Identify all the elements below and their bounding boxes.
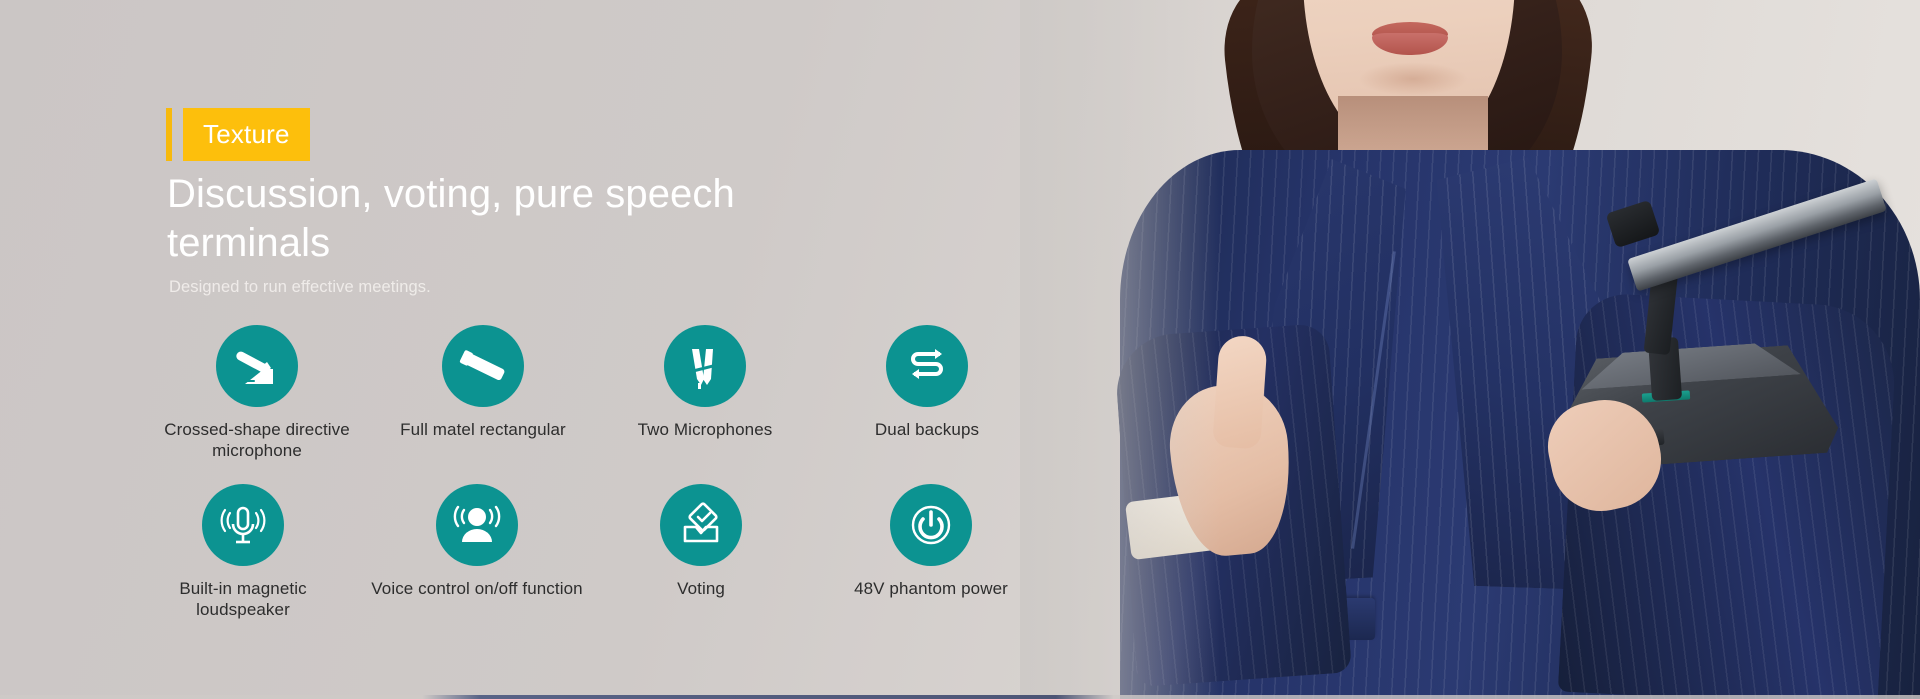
feature-item-voice-control[interactable]: Voice control on/off function xyxy=(366,483,588,621)
feature-row-1: Crossed-shape directive microphone Full … xyxy=(146,325,1046,462)
thumb xyxy=(1212,334,1268,450)
feature-label: 48V phantom power xyxy=(854,578,1008,598)
feature-row-2: Built-in magnetic loudspeaker Voice cont… xyxy=(146,483,1046,621)
feature-grid: Crossed-shape directive microphone Full … xyxy=(146,325,1046,620)
feature-icon-circle xyxy=(890,483,972,566)
feature-label: Crossed-shape directive microphone xyxy=(164,420,350,461)
feature-icon-circle xyxy=(216,325,298,407)
feature-label: Voting xyxy=(677,578,725,598)
feature-item-crossed-shape-microphone[interactable]: Crossed-shape directive microphone xyxy=(146,325,368,462)
person-voice-icon xyxy=(452,500,502,550)
eyebrow-spacer xyxy=(172,108,183,161)
rectangular-bar-microphone-icon xyxy=(457,340,509,392)
power-button-icon xyxy=(906,500,956,550)
feature-icon-circle xyxy=(886,325,968,407)
page-title: Discussion, voting, pure speech terminal… xyxy=(167,172,735,265)
product-banner: Texture Discussion, voting, pure speech … xyxy=(0,0,1920,699)
feature-icon-circle xyxy=(202,483,284,566)
feature-label: Built-in magnetic loudspeaker xyxy=(179,578,307,619)
feature-icon-circle xyxy=(442,325,524,407)
chin-shadow xyxy=(1358,62,1468,96)
dual-backup-arrows-icon xyxy=(902,341,952,391)
feature-item-48v-phantom-power[interactable]: 48V phantom power xyxy=(820,483,1042,621)
two-microphones-icon xyxy=(680,341,730,391)
feature-label: Voice control on/off function xyxy=(371,578,583,598)
ballot-box-icon xyxy=(676,500,726,550)
feature-item-full-matel-rectangular[interactable]: Full matel rectangular xyxy=(372,325,594,462)
feature-icon-circle xyxy=(660,483,742,566)
eyebrow: Texture xyxy=(166,108,310,161)
feature-label: Dual backups xyxy=(874,420,980,439)
feature-label: Full matel rectangular xyxy=(400,420,566,439)
feature-item-voting[interactable]: Voting xyxy=(590,483,812,621)
gooseneck-microphone-icon xyxy=(231,340,283,392)
banner-content: Texture Discussion, voting, pure speech … xyxy=(164,0,1166,699)
feature-icon-circle xyxy=(436,483,518,566)
feature-item-two-microphones[interactable]: Two Microphones xyxy=(594,325,816,462)
feature-item-dual-backups[interactable]: Dual backups xyxy=(816,325,1038,462)
feature-label: Two Microphones xyxy=(637,420,773,439)
microphone-soundwaves-icon xyxy=(218,500,268,550)
subtitle: Designed to run effective meetings. xyxy=(169,278,431,296)
feature-icon-circle xyxy=(664,325,746,407)
feature-item-builtin-magnetic-loudspeaker[interactable]: Built-in magnetic loudspeaker xyxy=(132,483,354,621)
eyebrow-label: Texture xyxy=(183,108,310,161)
